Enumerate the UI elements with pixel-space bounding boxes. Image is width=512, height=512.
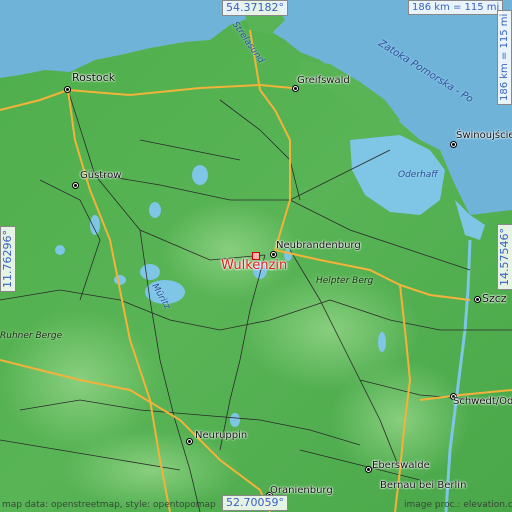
coord-right: 14.57546° <box>497 224 512 290</box>
map-canvas[interactable]: Rostock Greifswald Świnoujście Güstrow N… <box>0 0 512 512</box>
coord-bottom: 52.70059° <box>222 495 288 511</box>
attribution-right: image proc.: elevation.city <box>404 500 512 510</box>
place-greifswald: Greifswald <box>297 75 350 86</box>
scale-right: 186 km = 115 mi <box>497 9 512 105</box>
place-swinoujscie: Świnoujście <box>456 130 512 141</box>
scale-top: 186 km = 115 mi <box>408 0 504 15</box>
place-bernau: Bernau bei Berlin <box>380 480 467 491</box>
coord-left: 11.76296° <box>0 226 16 292</box>
place-neuruppin: Neuruppin <box>195 430 248 441</box>
eberswalde-marker <box>365 466 372 473</box>
place-eberswalde: Eberswalde <box>372 460 430 471</box>
neuruppin-marker <box>186 438 193 445</box>
guestrow-marker <box>72 182 79 189</box>
water-oderhaff: Oderhaff <box>398 170 438 180</box>
place-guestrow: Güstrow <box>80 170 122 181</box>
szczecin-marker <box>474 296 481 303</box>
place-schwedt: Schwedt/Oder <box>453 396 512 407</box>
neubrandenburg-marker <box>270 251 277 258</box>
peak-helpter-berg: Helpter Berg <box>316 276 374 286</box>
coord-top: 54.37182° <box>222 0 288 16</box>
place-rostock: Rostock <box>72 71 116 84</box>
peak-ruhner-berge: Ruhner Berge <box>0 331 63 341</box>
rostock-marker <box>64 86 71 93</box>
swinoujscie-marker <box>450 141 457 148</box>
place-neubrandenburg: Neubrandenburg <box>276 240 361 251</box>
place-szczecin: Szcz <box>482 292 507 305</box>
attribution-left: map data: openstreetmap, style: opentopo… <box>2 500 216 510</box>
focus-place-label: Wulkenzin <box>221 258 288 273</box>
